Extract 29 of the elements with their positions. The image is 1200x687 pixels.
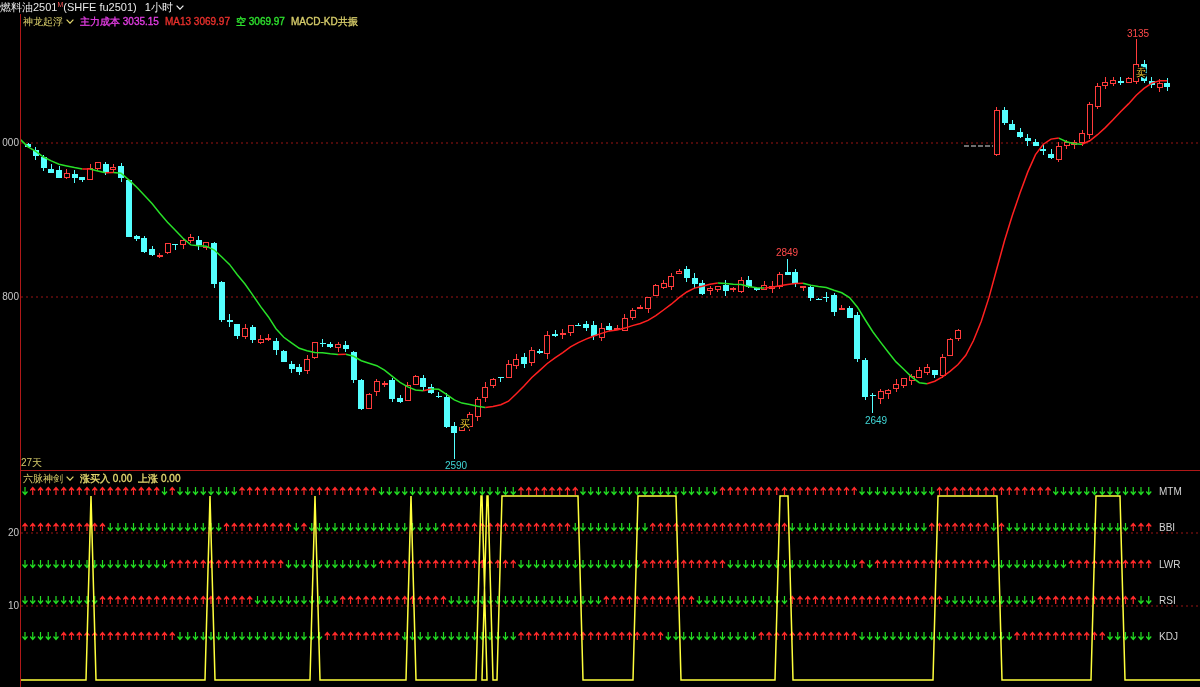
low-price-label: 2590 (444, 460, 468, 470)
indicator-row-label: KDJ (1159, 631, 1178, 642)
indicator-row-label: LWR (1159, 559, 1181, 570)
indicator-row-label: BBI (1159, 522, 1176, 533)
value-axis-label: 20 (7, 527, 19, 539)
legend-value: MA13 3069.97 (164, 14, 230, 28)
day-count-label: 27天 (21, 457, 43, 469)
period-dropdown[interactable]: 1小时 (144, 0, 184, 14)
chevron-down-icon (66, 18, 74, 24)
indicator-row-label: MTM (1159, 486, 1182, 497)
indicator-dropdown[interactable]: 神龙起浮 (23, 14, 74, 28)
low-price-label: 2649 (864, 415, 888, 426)
instrument-title: 燃料油2501$^{M}$(SHFE fu2501) (0, 0, 137, 14)
legend-value: MACD-KD共振 (290, 14, 358, 28)
high-price-label: 3135 (1126, 28, 1150, 39)
legend-value: 主力成本 3035.15 (80, 14, 159, 28)
price-axis-label: 000 (2, 137, 19, 149)
value-axis-label: 10 (7, 600, 19, 612)
indicator-row-label: RSI (1159, 595, 1176, 606)
dashed-price-line (963, 145, 994, 147)
high-price-label: 2849 (775, 247, 799, 258)
legend-value: 空 3069.97 (236, 14, 285, 28)
sell-signal-label: 卖 (1136, 67, 1146, 78)
indicator-dropdown[interactable]: 六脉神剑 (23, 471, 74, 485)
chevron-down-icon (66, 475, 74, 481)
legend-value: 上涨 0.00 (138, 471, 181, 485)
price-axis-label: 800 (2, 291, 19, 303)
legend-value: 涨买入 0.00 (80, 471, 133, 485)
chevron-down-icon (175, 4, 184, 10)
